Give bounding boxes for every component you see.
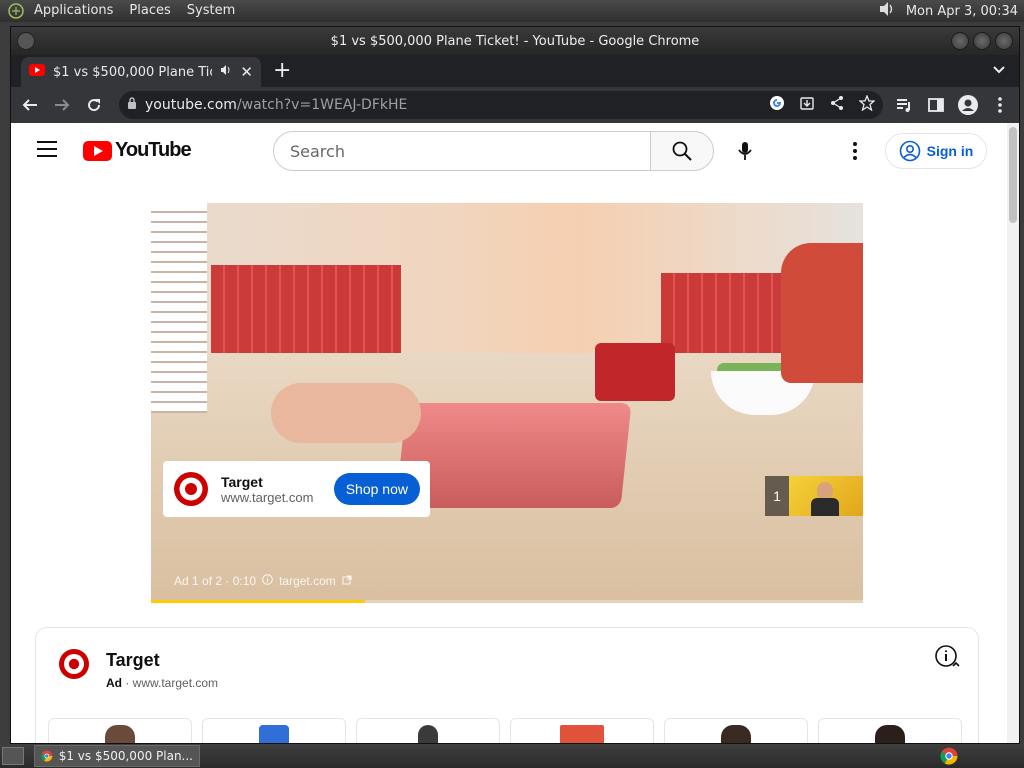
shop-now-button[interactable]: Shop now <box>333 473 420 505</box>
tab-youtube[interactable]: $1 vs $500,000 Plane Tick ✕ <box>21 57 261 87</box>
top-panel: Applications Places System Mon Apr 3, 00… <box>0 0 1024 22</box>
search-button[interactable] <box>650 131 714 171</box>
minimize-button[interactable] <box>951 32 969 50</box>
taskbar-window-label: $1 vs $500,000 Plan... <box>58 749 193 763</box>
search-icon <box>672 141 692 161</box>
applications-menu[interactable]: Applications <box>26 0 121 22</box>
youtube-masthead: YouTube Search Sign in <box>11 123 1007 179</box>
browser-window: $1 vs $500,000 Plane Ticket! - YouTube -… <box>10 26 1020 744</box>
voice-search-button[interactable] <box>725 131 765 171</box>
ad-domain-link[interactable]: target.com <box>279 574 336 588</box>
tab-audio-icon[interactable] <box>220 64 232 80</box>
video-player[interactable]: Target www.target.com Shop now 1 Ad 1 of… <box>151 203 863 603</box>
product-tile[interactable] <box>48 718 192 743</box>
distro-logo-icon[interactable] <box>6 1 26 21</box>
microphone-icon <box>738 142 752 160</box>
omnibox-actions <box>769 94 876 115</box>
chrome-tray-icon[interactable] <box>940 747 958 765</box>
companion-meta: Ad · www.target.com <box>106 676 218 690</box>
back-arrow-icon[interactable] <box>19 94 41 116</box>
account-circle-icon <box>899 140 920 162</box>
ad-advertiser-url: www.target.com <box>221 489 314 505</box>
product-tile[interactable] <box>818 718 962 743</box>
url-path: /watch?v=1WEAJ-DFkHE <box>236 97 408 113</box>
up-next-preview[interactable]: 1 <box>765 476 863 516</box>
product-tile[interactable] <box>664 718 808 743</box>
side-panel-icon[interactable] <box>925 94 947 116</box>
window-controls <box>951 32 1013 50</box>
clock[interactable]: Mon Apr 3, 00:34 <box>906 4 1018 19</box>
close-window-button[interactable] <box>995 32 1013 50</box>
window-menu-button[interactable] <box>17 32 35 50</box>
sign-in-button[interactable]: Sign in <box>885 133 987 169</box>
target-logo-icon <box>174 472 208 506</box>
bookmark-star-icon[interactable] <box>858 94 876 115</box>
ad-position-label: Ad 1 of 2 · 0:10 <box>174 574 257 588</box>
youtube-logo[interactable]: YouTube <box>83 139 192 162</box>
companion-advertiser-name: Target <box>106 650 160 670</box>
system-menu[interactable]: System <box>179 0 243 22</box>
install-app-icon[interactable] <box>799 95 815 115</box>
tab-title: $1 vs $500,000 Plane Tick <box>53 64 213 80</box>
youtube-wordmark: YouTube <box>115 139 192 161</box>
chrome-icon <box>41 750 53 762</box>
product-tile[interactable] <box>202 718 346 743</box>
tab-search-chevron-icon[interactable] <box>993 63 1005 77</box>
bottom-taskbar: $1 vs $500,000 Plan... <box>0 744 1024 768</box>
search-input[interactable]: Search <box>273 131 651 171</box>
companion-ad-panel[interactable]: Target Ad · www.target.com <box>35 627 979 743</box>
new-tab-button[interactable]: + <box>273 60 291 82</box>
companion-url: · www.target.com <box>125 676 219 690</box>
youtube-favicon-icon <box>29 64 45 80</box>
volume-icon[interactable] <box>878 1 896 21</box>
tab-close-icon[interactable]: ✕ <box>240 63 253 81</box>
ad-progress-bar[interactable] <box>151 600 863 603</box>
guide-menu-icon[interactable] <box>37 141 57 157</box>
address-bar[interactable]: youtube.com/watch?v=1WEAJ-DFkHE <box>119 91 883 119</box>
page-scrollbar[interactable] <box>1007 123 1019 743</box>
chrome-menu-icon[interactable] <box>989 94 1011 116</box>
reload-icon[interactable] <box>83 94 105 116</box>
up-next-count: 1 <box>765 476 789 516</box>
external-link-icon[interactable] <box>342 574 352 588</box>
window-titlebar[interactable]: $1 vs $500,000 Plane Ticket! - YouTube -… <box>11 27 1019 55</box>
places-menu[interactable]: Places <box>121 0 178 22</box>
panel-tray: Mon Apr 3, 00:34 <box>878 1 1024 21</box>
product-tile[interactable] <box>510 718 654 743</box>
ad-badge: Ad <box>106 676 122 690</box>
share-icon[interactable] <box>829 95 845 115</box>
ad-overlay-card[interactable]: Target www.target.com Shop now <box>163 461 430 517</box>
forward-arrow-icon[interactable] <box>51 94 73 116</box>
page-viewport: YouTube Search Sign in Target www.target… <box>11 123 1019 743</box>
youtube-play-icon <box>83 140 112 161</box>
show-desktop-button[interactable] <box>2 747 24 765</box>
media-controls-icon[interactable] <box>893 94 915 116</box>
settings-more-icon[interactable] <box>843 139 867 163</box>
up-next-thumbnail <box>789 476 863 516</box>
profile-avatar-icon[interactable] <box>957 94 979 116</box>
window-title: $1 vs $500,000 Plane Ticket! - YouTube -… <box>330 33 700 49</box>
sign-in-label: Sign in <box>926 143 974 159</box>
target-logo-icon <box>59 649 89 679</box>
maximize-button[interactable] <box>973 32 991 50</box>
ad-advertiser-name: Target <box>221 473 263 490</box>
scrollbar-thumb[interactable] <box>1009 127 1017 223</box>
taskbar-window-item[interactable]: $1 vs $500,000 Plan... <box>34 745 200 767</box>
url-host: youtube.com <box>145 97 237 113</box>
product-tile[interactable] <box>356 718 500 743</box>
google-lens-icon[interactable] <box>769 95 785 115</box>
ad-info-search-icon[interactable] <box>934 644 962 672</box>
ad-info-bar: Ad 1 of 2 · 0:10 target.com <box>174 574 352 588</box>
tab-strip: $1 vs $500,000 Plane Tick ✕ + <box>11 55 1019 87</box>
ad-info-icon[interactable] <box>262 574 273 588</box>
product-row <box>48 718 962 743</box>
browser-toolbar: youtube.com/watch?v=1WEAJ-DFkHE <box>11 87 1019 123</box>
lock-icon[interactable] <box>127 97 137 113</box>
ad-progress-fill <box>151 600 365 603</box>
